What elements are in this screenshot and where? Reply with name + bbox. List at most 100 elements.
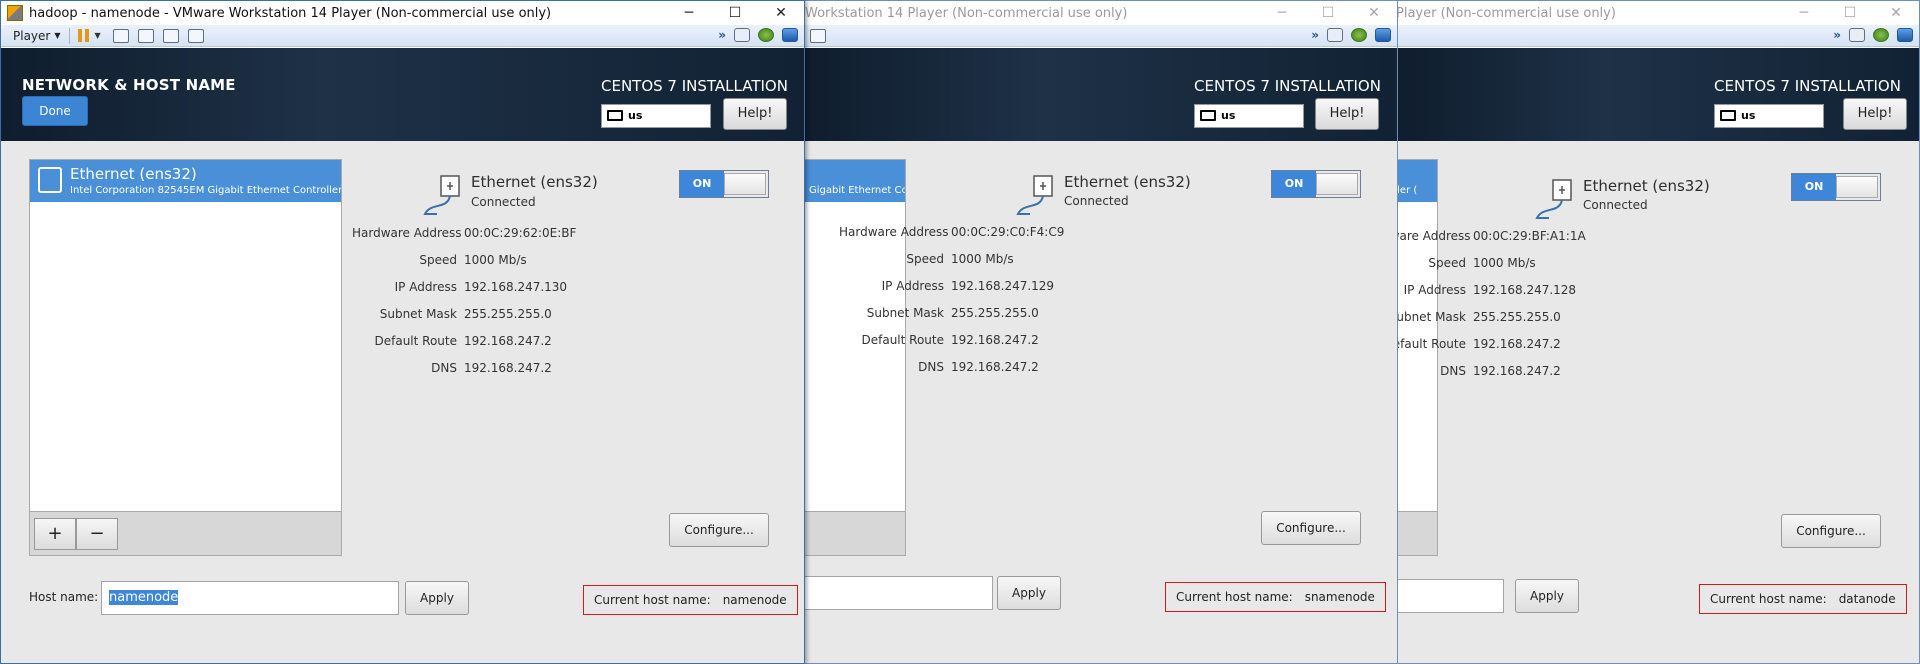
hostname-input[interactable]: namenode (101, 581, 399, 615)
default-route-value: 192.168.247.2 (951, 333, 1039, 347)
default-route-value: 192.168.247.2 (1473, 337, 1561, 351)
device-list-footer (1395, 511, 1437, 555)
device-description: Gigabit Ethernet Controller ( (809, 185, 905, 196)
device-list-footer (803, 511, 905, 555)
maximize-icon[interactable]: ☐ (1305, 1, 1351, 25)
ethernet-icon (1016, 175, 1053, 215)
configure-button[interactable]: Configure... (1261, 511, 1361, 545)
close-icon[interactable]: ✕ (1351, 1, 1397, 25)
title-bar[interactable]: Player (Non-commercial use only) ─ ☐ ✕ (1395, 1, 1919, 25)
player-menu[interactable]: Player ▼ (13, 29, 61, 43)
vm-toolbar: » (1395, 25, 1919, 47)
speed-label: Speed (1428, 256, 1466, 270)
close-icon[interactable]: ✕ (758, 1, 804, 25)
install-title: CENTOS 7 INSTALLATION (601, 77, 788, 95)
chevron-down-icon[interactable]: ▼ (95, 31, 101, 40)
configure-button[interactable]: Configure... (1781, 514, 1881, 548)
dns-label: DNS (1440, 364, 1466, 378)
removable-device-icon[interactable] (734, 28, 750, 42)
installer-header: CENTOS 7 INSTALLATION us Help! (803, 48, 1397, 141)
done-button[interactable]: Done (22, 96, 88, 126)
toggle-on-label: ON (680, 171, 724, 197)
help-button[interactable]: Help! (723, 98, 787, 130)
network-panel: Ethernet (ens32) Intel Corporation 82545… (1, 141, 804, 663)
speed-value: 1000 Mb/s (464, 253, 527, 267)
keyboard-layout-indicator[interactable]: us (1714, 104, 1824, 128)
window-title: Workstation 14 Player (Non-commercial us… (805, 5, 1128, 21)
vm-window-snamenode[interactable]: Workstation 14 Player (Non-commercial us… (802, 0, 1398, 664)
connection-toggle[interactable]: ON (1791, 173, 1881, 201)
keyboard-layout-indicator[interactable]: us (1194, 104, 1304, 128)
network-adapter-icon[interactable] (1351, 28, 1367, 42)
network-adapter-icon[interactable] (758, 28, 774, 42)
network-adapter-icon[interactable] (1873, 28, 1889, 42)
help-button[interactable]: Help! (1315, 98, 1379, 130)
expand-icon[interactable]: » (1833, 28, 1841, 42)
vm-toolbar: Player ▼ ▼ » (1, 25, 804, 47)
hostname-input[interactable] (1395, 579, 1504, 613)
unity-icon[interactable] (187, 28, 204, 43)
minimize-icon[interactable]: ─ (666, 1, 712, 25)
keyboard-icon (607, 110, 623, 121)
current-hostname-label: Current host name: (1176, 590, 1293, 604)
remove-device-button[interactable]: − (76, 518, 118, 550)
device-list[interactable]: Ethernet (ens32) Intel Corporation 82545… (29, 159, 342, 556)
ip-address-label: IP Address (394, 280, 457, 294)
device-list-item[interactable]: Ethernet (ens32) Intel Corporation 82545… (30, 160, 341, 202)
minimize-icon[interactable]: ─ (1259, 1, 1305, 25)
connection-toggle[interactable]: ON (1271, 170, 1361, 198)
device-details: Hardware Address 00:0C:29:C0:F4:C9 Speed 1… (839, 225, 1064, 387)
display-icon[interactable] (782, 28, 798, 42)
display-icon[interactable] (1375, 28, 1391, 42)
vm-window-datanode[interactable]: Player (Non-commercial use only) ─ ☐ ✕ »… (1394, 0, 1920, 664)
apply-button[interactable]: Apply (997, 576, 1061, 610)
expand-icon[interactable]: » (718, 28, 726, 42)
vm-window-namenode[interactable]: hadoop - namenode - VMware Workstation 1… (0, 0, 805, 664)
title-bar[interactable]: Workstation 14 Player (Non-commercial us… (803, 1, 1397, 25)
network-panel: Gigabit Ethernet Controller ( Ethernet (… (803, 141, 1397, 663)
display-icon[interactable] (1897, 28, 1913, 42)
hw-address-value: 00:0C:29:BF:A1:1A (1473, 229, 1586, 243)
device-list-item[interactable]: Gigabit Ethernet Controller ( (803, 160, 905, 202)
hw-address-value: 00:0C:29:C0:F4:C9 (951, 225, 1065, 239)
hostname-input[interactable] (803, 576, 993, 610)
current-hostname-box: Current host name: namenode (583, 585, 798, 615)
configure-button[interactable]: Configure... (669, 513, 769, 547)
maximize-icon[interactable]: ☐ (1827, 1, 1873, 25)
fit-guest-icon[interactable] (137, 28, 154, 43)
unity-icon[interactable] (810, 28, 826, 43)
network-panel: Controller ( Ethernet (ens32) Connected … (1395, 141, 1919, 663)
connection-toggle[interactable]: ON (679, 170, 769, 198)
maximize-icon[interactable]: ☐ (712, 1, 758, 25)
removable-device-icon[interactable] (1327, 28, 1343, 42)
default-route-label: Default Route (861, 333, 945, 347)
full-screen-icon[interactable] (162, 28, 179, 43)
connection-status: Connected (471, 195, 536, 209)
player-menu-label: Player (13, 28, 51, 43)
send-ctrl-alt-del-icon[interactable] (112, 28, 129, 43)
device-name: Ethernet (ens32) (1064, 173, 1191, 191)
apply-button[interactable]: Apply (1515, 579, 1579, 613)
speed-label: Speed (906, 252, 944, 266)
minimize-icon[interactable]: ─ (1781, 1, 1827, 25)
vmware-logo-icon (7, 5, 23, 21)
device-list-name: Ethernet (ens32) (70, 165, 197, 183)
ethernet-icon (423, 175, 460, 215)
add-device-button[interactable]: + (34, 518, 76, 550)
removable-device-icon[interactable] (1849, 28, 1865, 42)
device-list-item[interactable]: Controller ( (1395, 160, 1437, 202)
title-bar[interactable]: hadoop - namenode - VMware Workstation 1… (1, 1, 804, 25)
close-icon[interactable]: ✕ (1873, 1, 1919, 25)
subnet-mask-value: 255.255.255.0 (951, 306, 1039, 320)
pause-icon[interactable] (77, 29, 89, 42)
expand-icon[interactable]: » (1311, 28, 1319, 42)
help-button[interactable]: Help! (1843, 98, 1907, 130)
keyboard-layout-indicator[interactable]: us (601, 104, 711, 128)
dns-value: 192.168.247.2 (464, 361, 552, 375)
toggle-knob (1316, 173, 1358, 195)
hostname-label: Host name: (29, 590, 99, 604)
connection-status: Connected (1583, 198, 1648, 212)
install-title: CENTOS 7 INSTALLATION (1194, 77, 1381, 95)
apply-button[interactable]: Apply (405, 581, 469, 615)
dns-label: DNS (918, 360, 944, 374)
